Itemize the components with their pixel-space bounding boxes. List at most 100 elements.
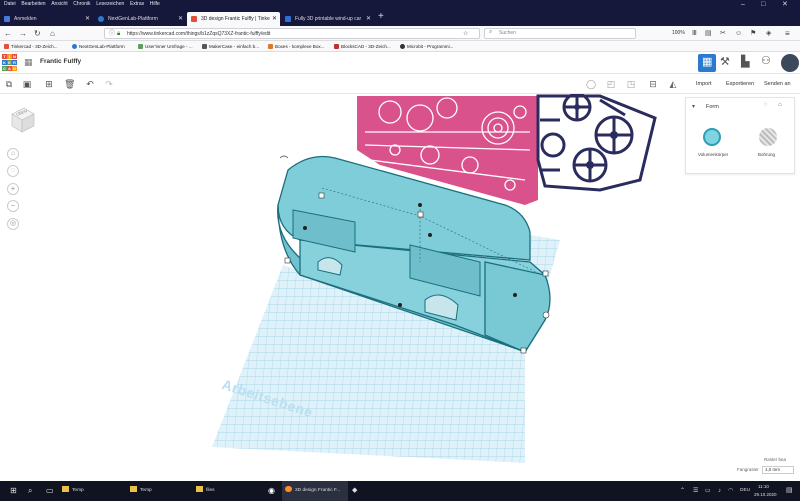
bricks-icon[interactable]: ▙: [741, 55, 749, 68]
undo-icon[interactable]: ↶: [85, 78, 95, 90]
send-to-button[interactable]: Senden an: [764, 76, 791, 92]
delete-icon[interactable]: 🗑︎: [64, 78, 75, 90]
edit-grid-button[interactable]: Raster bea: [764, 457, 786, 462]
menu-item-datei[interactable]: Datei: [4, 0, 16, 9]
group-icon[interactable]: ◰: [606, 78, 616, 90]
perspective-icon[interactable]: ◎: [7, 218, 19, 230]
workplane-canvas[interactable]: OBEN ⌂ ◌ + − ◎ Arbeitsebene Raster bea F…: [0, 94, 800, 481]
clock-time[interactable]: 11:10: [758, 484, 769, 489]
taskbar-item-temp-2[interactable]: Temp: [130, 481, 192, 501]
scene-svg[interactable]: [0, 94, 800, 481]
menu-item-lesezeichen[interactable]: Lesezeichen: [96, 0, 124, 9]
menu-icon[interactable]: ≡: [785, 28, 790, 39]
snap-grid-select[interactable]: 1,0 mm: [762, 466, 794, 474]
network-icon[interactable]: ☰: [693, 481, 698, 501]
wifi-icon[interactable]: ◠: [728, 481, 733, 501]
forward-icon[interactable]: →: [19, 28, 27, 39]
import-button[interactable]: Import: [696, 76, 712, 92]
view-cube[interactable]: OBEN: [6, 104, 36, 134]
boxes-icon: [268, 44, 273, 49]
menu-item-chronik[interactable]: Chronik: [73, 0, 90, 9]
maximize-icon[interactable]: □: [761, 0, 765, 9]
new-tab-icon[interactable]: +: [378, 11, 384, 22]
solid-button[interactable]: [703, 128, 721, 146]
task-view-icon[interactable]: ▭: [46, 481, 54, 501]
notification-area-icon[interactable]: ⌃: [680, 481, 685, 501]
ungroup-icon[interactable]: ◳: [626, 78, 636, 90]
zoom-level[interactable]: 100%: [672, 30, 685, 36]
close-tab-icon[interactable]: ✕: [272, 12, 277, 26]
close-tab-icon[interactable]: ✕: [85, 12, 90, 26]
light-bulb-icon[interactable]: ◯: [586, 78, 596, 90]
add-user-icon[interactable]: ⚇: [761, 54, 771, 67]
zoom-in-icon[interactable]: +: [7, 183, 19, 195]
zoom-out-icon[interactable]: −: [7, 200, 19, 212]
close-tab-icon[interactable]: ✕: [366, 12, 371, 26]
redo-icon[interactable]: ↷: [104, 78, 114, 90]
back-icon[interactable]: ←: [4, 28, 12, 39]
volume-icon[interactable]: ♪: [718, 481, 721, 501]
collapse-icon[interactable]: ▾: [692, 103, 695, 110]
battery-icon[interactable]: ▭: [705, 481, 711, 501]
3d-view-button[interactable]: ▦: [698, 54, 716, 72]
menu-item-ansicht[interactable]: Ansicht: [51, 0, 67, 9]
bookmark-star-icon[interactable]: ☆: [463, 29, 468, 39]
app-icon[interactable]: ◆: [352, 481, 357, 501]
pocket-icon[interactable]: ◈: [766, 28, 771, 39]
menu-item-bearbeiten[interactable]: Bearbeiten: [21, 0, 45, 9]
home-view-icon[interactable]: ⌂: [7, 148, 19, 160]
notifications-icon[interactable]: ▤: [786, 481, 793, 501]
bookmark-umfrage[interactable]: User'inner Umfrage - ...: [138, 41, 193, 52]
navy-wheel-plate[interactable]: [536, 94, 657, 192]
copy-icon[interactable]: ⧉: [4, 78, 14, 90]
lock-icon[interactable]: ⌂: [778, 102, 782, 108]
minimize-icon[interactable]: –: [741, 0, 745, 9]
url-bar[interactable]: ⓘ 🔒︎ https://www.tinkercad.com/things/b1…: [104, 28, 480, 39]
hammer-icon[interactable]: ⚒: [720, 55, 730, 68]
avatar[interactable]: [781, 54, 799, 72]
bookmark-boxes[interactable]: Boxes - komplexe Box...: [268, 41, 325, 52]
sidebar-icon[interactable]: ▤: [705, 28, 712, 39]
duplicate-icon[interactable]: ⊞: [44, 78, 54, 90]
home-icon[interactable]: ⌂: [50, 28, 55, 39]
library-icon[interactable]: Ⅲ: [692, 28, 697, 39]
tab-wind-up-car[interactable]: Fully 3D printable wind-up car ✕: [281, 12, 374, 26]
fit-view-icon[interactable]: ◌: [7, 165, 19, 177]
bookmark-nextgenlab[interactable]: NextGenLab-Plattform: [72, 41, 125, 52]
bookmark-blockscad[interactable]: BlocksCAD - 3D-Zeich...: [334, 41, 391, 52]
reload-icon[interactable]: ↻: [34, 28, 41, 39]
navigation-bar: ← → ↻ ⌂ ⓘ 🔒︎ https://www.tinkercad.com/t…: [0, 26, 800, 41]
hole-button[interactable]: [759, 128, 777, 146]
taskbar-item-files[interactable]: files: [196, 481, 258, 501]
taskbar-item-temp-1[interactable]: Temp: [62, 481, 124, 501]
search-icon[interactable]: ⌕: [28, 481, 32, 501]
align-icon[interactable]: ⊟: [648, 78, 658, 90]
windows-start-icon[interactable]: ⊞: [10, 481, 17, 501]
bookmark-microbit[interactable]: Microbit - Programmi...: [400, 41, 453, 52]
close-tab-icon[interactable]: ✕: [178, 12, 183, 26]
account-icon[interactable]: ☺: [735, 28, 742, 39]
language-indicator[interactable]: DEU: [740, 481, 750, 501]
paste-icon[interactable]: ▣: [22, 78, 32, 90]
design-name[interactable]: Frantic Fulffy: [40, 58, 81, 65]
bookmark-tinkercad[interactable]: Tinkercad - 3D-Zeich...: [4, 41, 58, 52]
clock-date[interactable]: 29.10.2020: [754, 492, 777, 497]
taskbar-item-firefox[interactable]: 3D design Frantic F...: [282, 481, 348, 501]
menu-item-hilfe[interactable]: Hilfe: [150, 0, 160, 9]
info-icon[interactable]: ⓘ: [109, 29, 115, 39]
light-bulb-icon[interactable]: ◌: [764, 102, 768, 108]
extension-icon[interactable]: ⚑: [750, 28, 756, 39]
screenshot-icon[interactable]: ✂: [720, 28, 726, 39]
tinkercad-logo[interactable]: T I N K E R C A D: [2, 54, 18, 72]
menu-item-extras[interactable]: Extras: [130, 0, 144, 9]
mirror-icon[interactable]: ◭: [668, 78, 678, 90]
tab-nextgenlab[interactable]: NextGenLab-Plattform ✕: [94, 12, 186, 26]
search-input[interactable]: ⌕ Suchen: [484, 28, 636, 39]
export-button[interactable]: Exportieren: [726, 76, 754, 92]
chrome-icon[interactable]: ◉: [268, 481, 275, 501]
grid-icon[interactable]: ▦: [24, 57, 33, 68]
close-window-icon[interactable]: ✕: [782, 0, 788, 9]
bookmark-makercase[interactable]: MakerCase - einfach b...: [202, 41, 259, 52]
tab-anmelden[interactable]: Anmelden ✕: [0, 12, 93, 26]
tab-tinkercad-design[interactable]: 3D design Frantic Fulffy | Tinke ✕: [187, 12, 280, 26]
